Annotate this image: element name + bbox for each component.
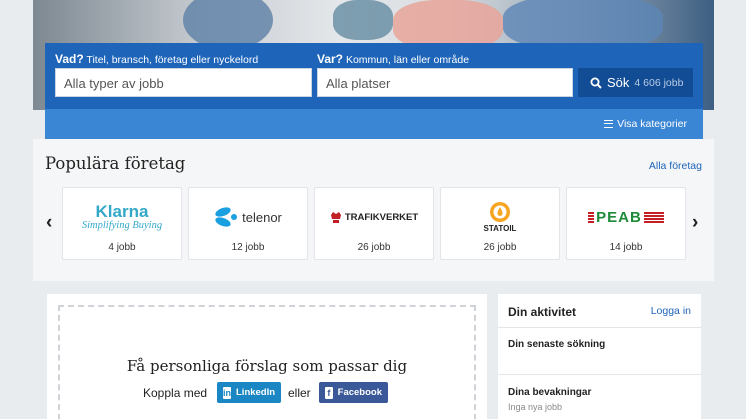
where-input[interactable]: Alla platser: [317, 68, 573, 97]
login-link[interactable]: Logga in: [651, 305, 691, 317]
peab-logo: PEAB: [567, 196, 685, 238]
linkedin-button[interactable]: in LinkedIn: [217, 382, 281, 403]
klarna-logo: Klarna Simplifying Buying: [81, 202, 163, 231]
company-job-count: 12 jobb: [231, 242, 265, 253]
divider: [498, 374, 701, 375]
connect-label: Koppla med: [143, 386, 208, 400]
show-categories-link[interactable]: Visa kategorier: [604, 118, 687, 130]
search-panel: Vad? Titel, bransch, företag eller nycke…: [45, 43, 703, 139]
menu-icon: [604, 120, 614, 128]
company-card-statoil[interactable]: STATOIL 26 jobb: [440, 187, 560, 260]
trafikverket-logo: TRAFIKVERKET: [315, 196, 433, 238]
crown-icon: [330, 212, 341, 223]
company-card-trafikverket[interactable]: TRAFIKVERKET 26 jobb: [314, 187, 434, 260]
job-count: 4 606 jobb: [634, 76, 684, 89]
page-margin-left: [0, 0, 33, 419]
watches-status: Inga nya jobb: [508, 402, 563, 412]
what-label: Vad? Titel, bransch, företag eller nycke…: [55, 52, 259, 66]
popular-companies-section: Populära företag Alla företag ‹ › Klarna…: [33, 139, 714, 281]
carousel-next-arrow[interactable]: ›: [692, 212, 698, 234]
company-card-peab[interactable]: PEAB 14 jobb: [566, 187, 686, 260]
or-label: eller: [288, 386, 311, 400]
where-label: Var? Kommun, län eller område: [317, 52, 470, 66]
latest-search-item[interactable]: Din senaste sökning: [508, 339, 605, 350]
company-job-count: 26 jobb: [483, 242, 517, 253]
statoil-drop-icon: [490, 202, 510, 222]
personal-suggestions-panel: Få personliga förslag som passar dig Kop…: [47, 294, 487, 419]
activity-panel: Din aktivitet Logga in Din senaste sökni…: [498, 294, 701, 419]
telenor-logo: telenor: [189, 196, 307, 238]
linkedin-icon: in: [223, 386, 231, 399]
facebook-icon: f: [325, 386, 333, 399]
activity-title: Din aktivitet: [508, 305, 577, 319]
all-companies-link[interactable]: Alla företag: [649, 160, 702, 172]
statoil-logo: STATOIL: [441, 196, 559, 238]
search-button-label: Sök: [607, 75, 630, 90]
watches-item[interactable]: Dina bevakningar: [508, 387, 591, 398]
divider: [498, 327, 701, 328]
company-job-count: 26 jobb: [357, 242, 391, 253]
company-card-klarna[interactable]: Klarna Simplifying Buying 4 jobb: [62, 187, 182, 260]
search-icon: [590, 77, 602, 89]
what-input[interactable]: Alla typer av jobb: [55, 68, 312, 97]
personal-suggestions-title: Få personliga förslag som passar dig: [126, 357, 408, 375]
facebook-button[interactable]: f Facebook: [319, 382, 388, 403]
carousel-prev-arrow[interactable]: ‹: [46, 212, 52, 234]
company-card-telenor[interactable]: telenor 12 jobb: [188, 187, 308, 260]
search-button[interactable]: Sök 4 606 jobb: [578, 68, 693, 97]
section-title: Populära företag: [45, 154, 186, 173]
telenor-propeller-icon: [215, 207, 238, 227]
company-job-count: 14 jobb: [609, 242, 643, 253]
company-job-count: 4 jobb: [108, 242, 136, 253]
page-margin-right: [714, 0, 746, 419]
